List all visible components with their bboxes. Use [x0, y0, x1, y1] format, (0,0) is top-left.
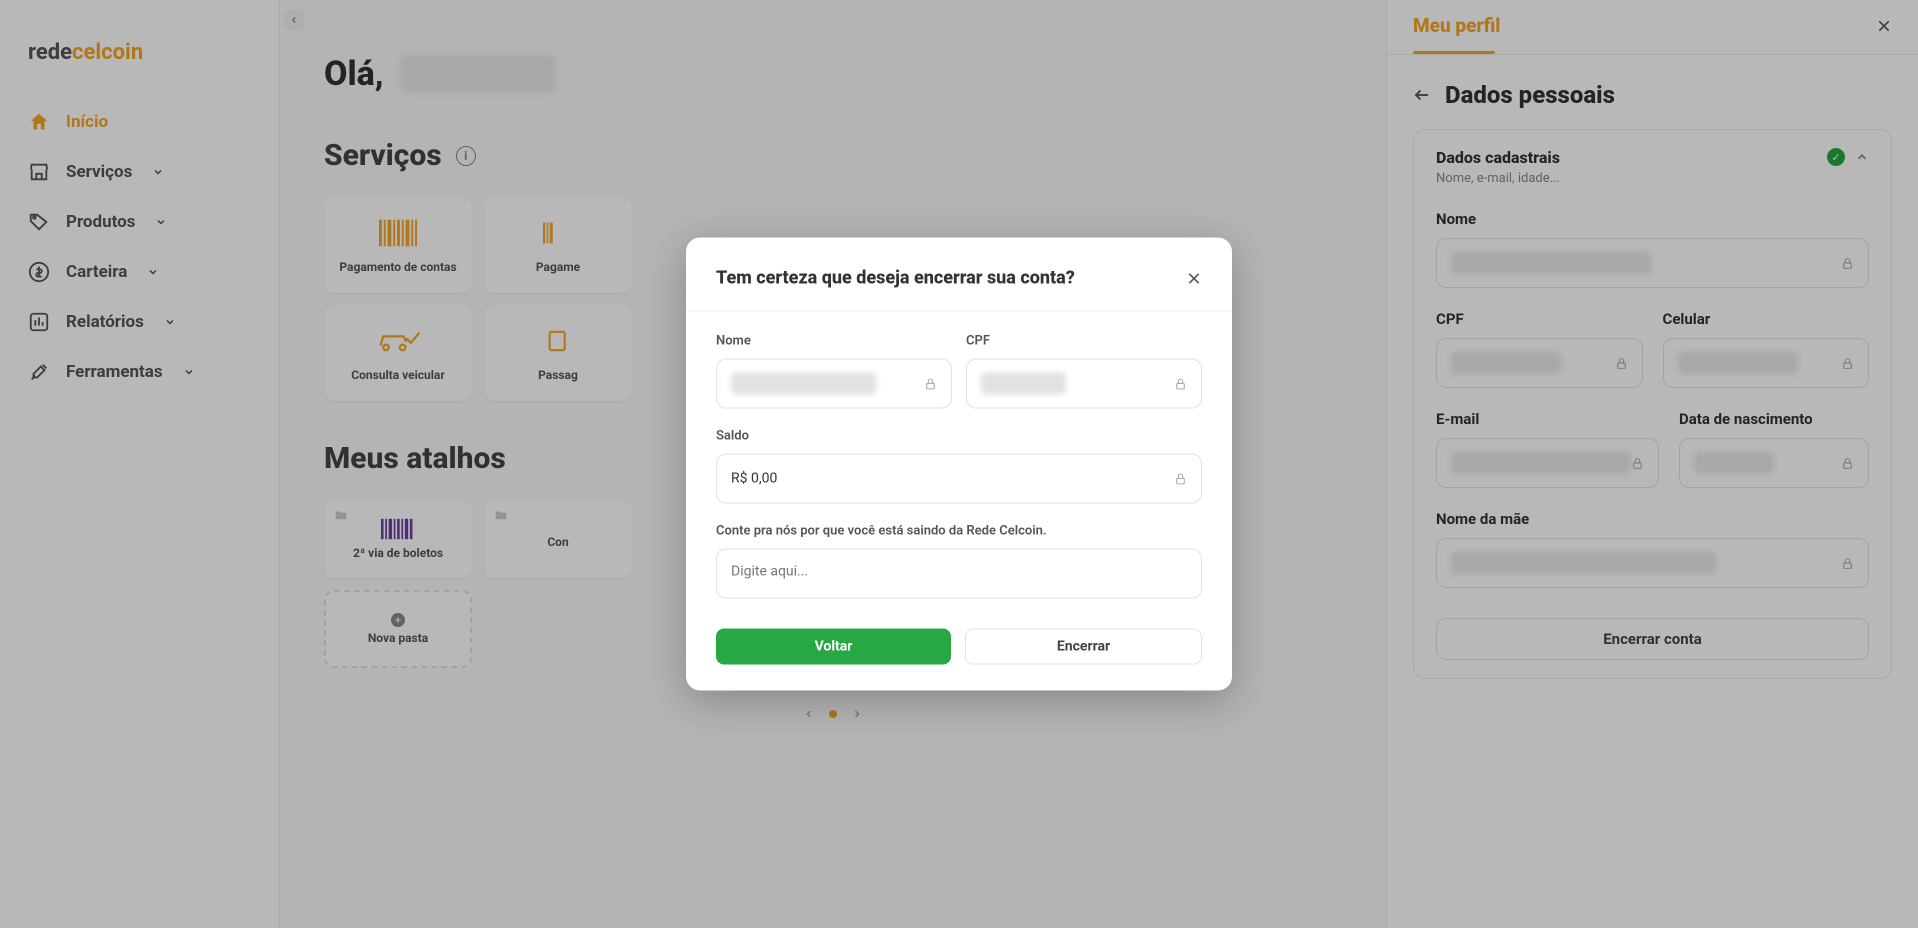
modal-balance-value: R$ 0,00	[731, 471, 777, 487]
divider	[686, 311, 1232, 312]
modal-field-cpf: CPF	[966, 334, 1202, 409]
modal-input-cpf	[966, 359, 1202, 409]
modal-header: Tem certeza que deseja encerrar sua cont…	[716, 268, 1202, 289]
redacted-value	[981, 373, 1066, 395]
modal-title: Tem certeza que deseja encerrar sua cont…	[716, 268, 1075, 289]
close-account-modal: Tem certeza que deseja encerrar sua cont…	[686, 238, 1232, 691]
modal-label-cpf: CPF	[966, 334, 1202, 349]
modal-field-reason: Conte pra nós por que você está saindo d…	[716, 524, 1202, 599]
modal-label-reason: Conte pra nós por que você está saindo d…	[716, 524, 1202, 539]
back-button-label: Voltar	[815, 639, 853, 655]
lock-icon	[1174, 472, 1187, 485]
close-icon[interactable]	[1186, 270, 1202, 286]
modal-label-balance: Saldo	[716, 429, 1202, 444]
redacted-value	[731, 373, 876, 395]
lock-icon	[924, 377, 937, 390]
modal-input-name	[716, 359, 952, 409]
modal-row-name-cpf: Nome CPF	[716, 334, 1202, 409]
modal-reason-textarea[interactable]	[716, 549, 1202, 599]
modal-label-name: Nome	[716, 334, 952, 349]
app-root: redecelcoin Início Serviços	[0, 0, 1918, 928]
modal-field-name: Nome	[716, 334, 952, 409]
confirm-close-button[interactable]: Encerrar	[965, 629, 1202, 665]
modal-buttons: Voltar Encerrar	[716, 629, 1202, 665]
back-button[interactable]: Voltar	[716, 629, 951, 665]
confirm-close-label: Encerrar	[1057, 639, 1110, 655]
lock-icon	[1174, 377, 1187, 390]
modal-field-balance: Saldo R$ 0,00	[716, 429, 1202, 504]
modal-input-balance: R$ 0,00	[716, 454, 1202, 504]
